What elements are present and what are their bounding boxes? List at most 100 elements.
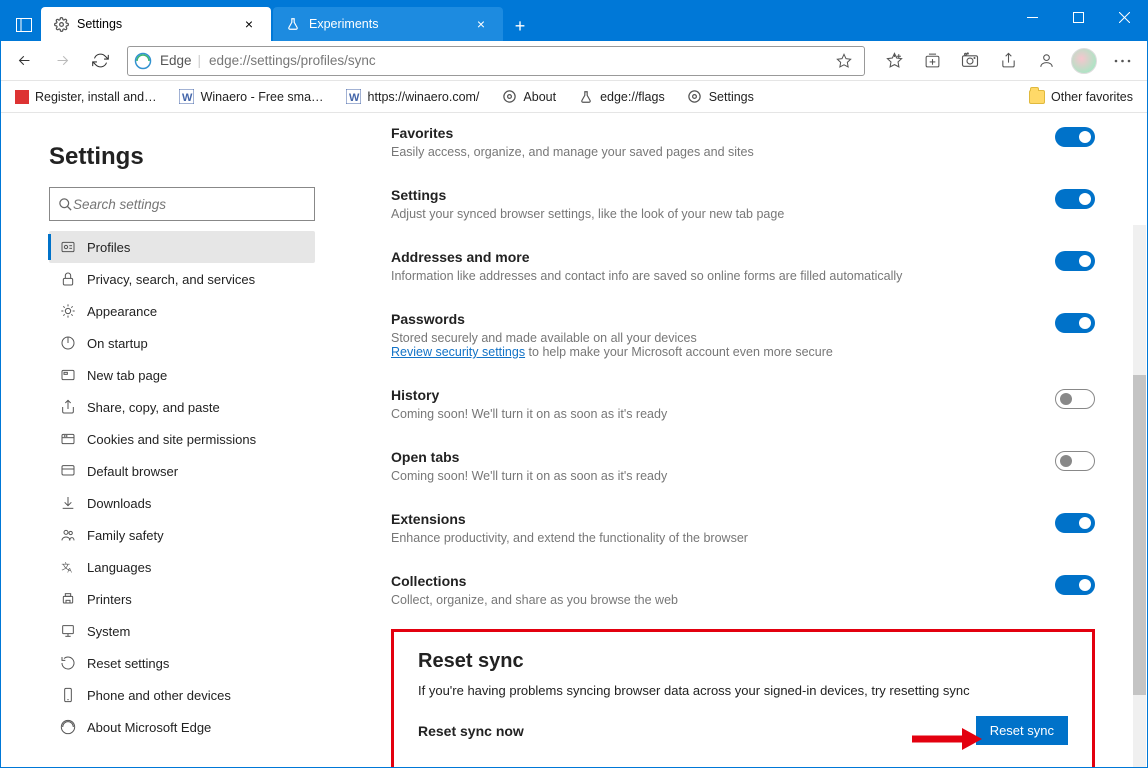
nav-label: Reset settings	[87, 656, 169, 671]
more-button[interactable]	[1103, 45, 1141, 77]
profile-avatar[interactable]	[1065, 45, 1103, 77]
nav-label: New tab page	[87, 368, 167, 383]
bookmark-item[interactable]: Register, install and…	[9, 87, 163, 107]
nav-icon	[57, 463, 79, 479]
tab-strip: Settings × Experiments × +	[1, 1, 1147, 41]
edge-icon	[134, 52, 152, 70]
sync-item-addresses-and-more: Addresses and moreInformation like addre…	[391, 237, 1095, 299]
sync-item-collections: CollectionsCollect, organize, and share …	[391, 561, 1095, 623]
nav-icon	[57, 495, 79, 511]
nav-icon	[57, 431, 79, 447]
sync-item-settings: SettingsAdjust your synced browser setti…	[391, 175, 1095, 237]
favorites-button[interactable]	[875, 45, 913, 77]
scrollbar[interactable]	[1133, 225, 1146, 767]
sidebar-item-on-startup[interactable]: On startup	[49, 327, 315, 359]
sync-item-favorites: FavoritesEasily access, organize, and ma…	[391, 113, 1095, 175]
toggle-settings[interactable]	[1055, 189, 1095, 209]
tab-actions-icon[interactable]	[7, 9, 41, 41]
sidebar-item-phone-and-other-devices[interactable]: Phone and other devices	[49, 679, 315, 711]
tab-experiments[interactable]: Experiments ×	[273, 7, 503, 41]
nav-icon	[57, 367, 79, 383]
collections-button[interactable]	[913, 45, 951, 77]
sync-item-title: Collections	[391, 573, 1015, 589]
sync-item-title: Open tabs	[391, 449, 1015, 465]
nav-icon: 文A	[57, 559, 79, 575]
sync-item-open-tabs: Open tabsComing soon! We'll turn it on a…	[391, 437, 1095, 499]
maximize-button[interactable]	[1055, 1, 1101, 33]
minimize-button[interactable]	[1009, 1, 1055, 33]
sync-item-passwords: PasswordsStored securely and made availa…	[391, 299, 1095, 375]
sidebar-item-system[interactable]: System	[49, 615, 315, 647]
nav-icon	[57, 271, 79, 287]
sidebar-item-new-tab-page[interactable]: New tab page	[49, 359, 315, 391]
review-security-link[interactable]: Review security settings	[391, 345, 525, 359]
sidebar-item-share-copy-and-paste[interactable]: Share, copy, and paste	[49, 391, 315, 423]
folder-icon	[1029, 90, 1045, 104]
nav-label: Privacy, search, and services	[87, 272, 255, 287]
search-settings[interactable]	[49, 187, 315, 221]
sidebar-item-family-safety[interactable]: Family safety	[49, 519, 315, 551]
toggle-addresses-and-more[interactable]	[1055, 251, 1095, 271]
sidebar-item-reset-settings[interactable]: Reset settings	[49, 647, 315, 679]
toggle-collections[interactable]	[1055, 575, 1095, 595]
new-tab-button[interactable]: +	[505, 11, 535, 41]
close-icon[interactable]: ×	[239, 16, 259, 32]
other-favorites[interactable]: Other favorites	[1023, 87, 1139, 107]
tab-settings[interactable]: Settings ×	[41, 7, 271, 41]
account-button[interactable]	[1027, 45, 1065, 77]
address-bar[interactable]: Edge | edge://settings/profiles/sync	[127, 46, 865, 76]
star-icon[interactable]	[830, 45, 858, 77]
sync-item-history: HistoryComing soon! We'll turn it on as …	[391, 375, 1095, 437]
nav-icon	[57, 303, 79, 319]
bookmark-item[interactable]: Whttps://winaero.com/	[340, 86, 486, 108]
favicon-icon: W	[179, 89, 195, 105]
reset-sync-section: Reset sync If you're having problems syn…	[391, 629, 1095, 767]
toggle-passwords[interactable]	[1055, 313, 1095, 333]
toggle-history[interactable]	[1055, 389, 1095, 409]
tab-label: Experiments	[309, 17, 471, 31]
sync-item-title: Addresses and more	[391, 249, 1015, 265]
toolbar-right	[875, 45, 1141, 77]
gear-icon	[53, 16, 69, 32]
back-button[interactable]	[7, 45, 41, 77]
share-button[interactable]	[989, 45, 1027, 77]
sidebar-item-downloads[interactable]: Downloads	[49, 487, 315, 519]
sidebar-item-default-browser[interactable]: Default browser	[49, 455, 315, 487]
forward-button[interactable]	[45, 45, 79, 77]
toggle-open-tabs[interactable]	[1055, 451, 1095, 471]
nav-label: Family safety	[87, 528, 164, 543]
web-capture-button[interactable]	[951, 45, 989, 77]
settings-title: Settings	[49, 143, 315, 171]
sidebar-item-printers[interactable]: Printers	[49, 583, 315, 615]
gear-icon	[687, 89, 703, 105]
sidebar-item-languages[interactable]: 文ALanguages	[49, 551, 315, 583]
toggle-extensions[interactable]	[1055, 513, 1095, 533]
reset-sync-button[interactable]: Reset sync	[976, 716, 1068, 745]
sidebar-item-cookies-and-site-permissions[interactable]: Cookies and site permissions	[49, 423, 315, 455]
sidebar-item-privacy-search-and-services[interactable]: Privacy, search, and services	[49, 263, 315, 295]
sync-item-extensions: ExtensionsEnhance productivity, and exte…	[391, 499, 1095, 561]
bookmark-item[interactable]: About	[495, 86, 562, 108]
sync-settings-main: FavoritesEasily access, organize, and ma…	[339, 113, 1147, 767]
sidebar-item-about-microsoft-edge[interactable]: About Microsoft Edge	[49, 711, 315, 743]
nav-label: Phone and other devices	[87, 688, 231, 703]
bookmark-item[interactable]: edge://flags	[572, 86, 671, 108]
sync-item-desc: Adjust your synced browser settings, lik…	[391, 207, 1015, 221]
nav-label: About Microsoft Edge	[87, 720, 211, 735]
settings-nav: Profiles Privacy, search, and services App…	[49, 231, 315, 743]
nav-icon	[57, 527, 79, 543]
sidebar-item-appearance[interactable]: Appearance	[49, 295, 315, 327]
sidebar-item-profiles[interactable]: Profiles	[49, 231, 315, 263]
sync-item-desc: Easily access, organize, and manage your…	[391, 145, 1015, 159]
refresh-button[interactable]	[83, 45, 117, 77]
search-input[interactable]	[73, 197, 306, 212]
toggle-favorites[interactable]	[1055, 127, 1095, 147]
bookmark-item[interactable]: WWinaero - Free sma…	[173, 86, 330, 108]
close-icon[interactable]: ×	[471, 16, 491, 32]
annotation-arrow-icon	[912, 727, 982, 751]
bookmark-item[interactable]: Settings	[681, 86, 760, 108]
nav-icon	[57, 591, 79, 607]
close-button[interactable]	[1101, 1, 1147, 33]
sync-item-title: Extensions	[391, 511, 1015, 527]
favicon-icon: W	[346, 89, 362, 105]
